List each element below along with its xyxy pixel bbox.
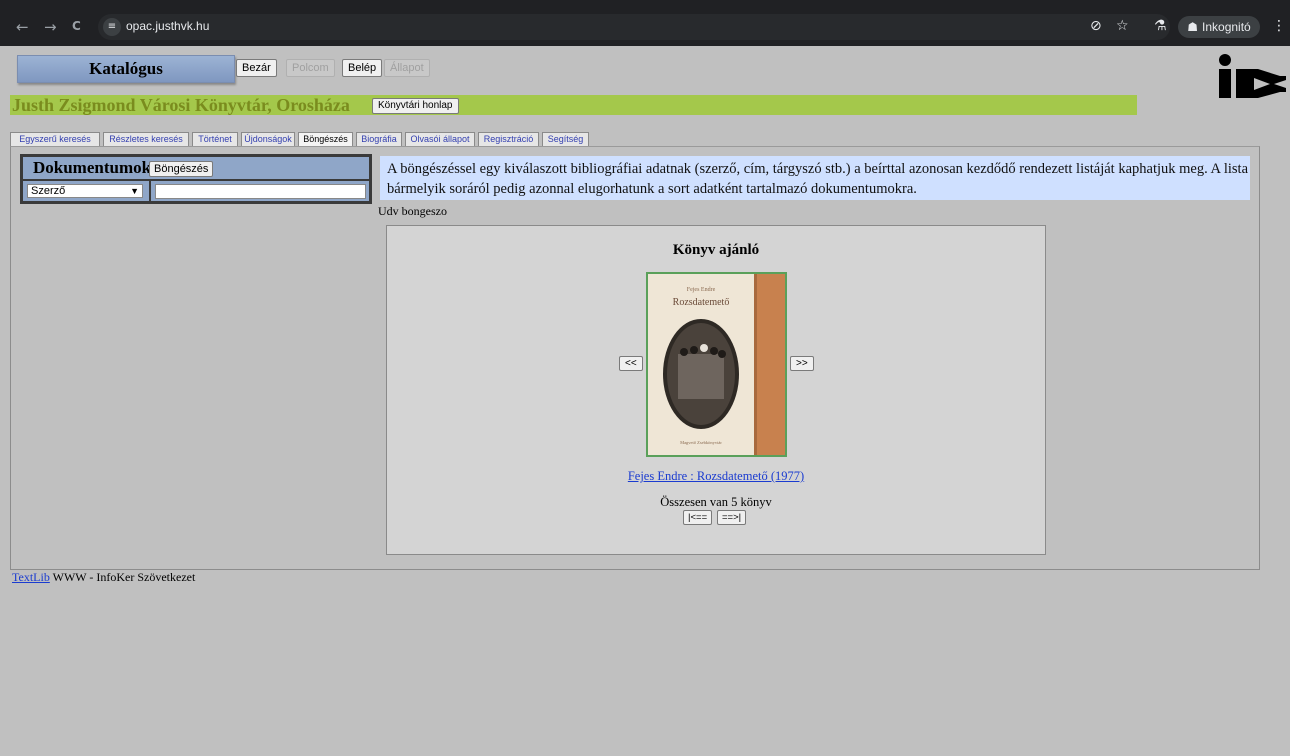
star-icon[interactable]: ☆: [1116, 18, 1129, 34]
incognito-icon: ☗: [1187, 20, 1199, 34]
footer-text: WWW - InfoKer Szövetkezet: [49, 570, 196, 584]
page: Katalógus Bezár Polcom Belép Állapot Jus…: [0, 46, 1290, 756]
tab-biography[interactable]: Biográfia: [356, 132, 402, 147]
cover-title: Rozsdatemető: [673, 297, 730, 308]
incognito-label: Inkognitó: [1202, 20, 1251, 34]
tab-simple-search[interactable]: Egyszerű keresés: [10, 132, 100, 147]
tab-new-items[interactable]: Újdonságok: [241, 132, 295, 147]
field-select[interactable]: Szerző ▼: [27, 184, 143, 198]
cover-author: Fejes Endre: [687, 287, 716, 293]
browser-toolbar: ← → C ≡ opac.justhvk.hu ⊘ ☆ ⚗ ☗ Inkognitó…: [0, 0, 1290, 46]
field-select-value: Szerző: [31, 185, 66, 197]
book-cover[interactable]: Fejes Endre Rozsdatemető Magvető Zsebkön…: [646, 272, 787, 457]
chevron-down-icon: ▼: [130, 186, 139, 196]
tab-detailed-search[interactable]: Részletes keresés: [103, 132, 189, 147]
book-cover-image: Fejes Endre Rozsdatemető Magvető Zsebkön…: [648, 274, 785, 455]
textlib-link[interactable]: TextLib: [12, 570, 50, 584]
back-icon[interactable]: ←: [16, 18, 29, 36]
footer: TextLib WWW - InfoKer Szövetkezet: [12, 570, 195, 585]
greeting-text: Udv bongeszo: [378, 204, 447, 218]
library-title: Justh Zsigmond Városi Könyvtár, Orosháza: [12, 95, 350, 115]
polcom-button[interactable]: Polcom: [286, 59, 335, 77]
search-box-title: Dokumentumok: [33, 158, 152, 177]
next-book-button[interactable]: >>: [790, 356, 814, 371]
tab-reader-status[interactable]: Olvasói állapot: [405, 132, 475, 147]
reload-icon[interactable]: C: [72, 19, 81, 33]
search-box: Dokumentumok Böngészés Szerző ▼: [20, 154, 372, 204]
browse-info-text: A böngészéssel egy kiválaszott bibliográ…: [380, 156, 1250, 200]
site-info-icon[interactable]: ≡: [103, 18, 121, 36]
labs-icon[interactable]: ⚗: [1154, 18, 1167, 34]
divider: [23, 179, 369, 181]
infoker-logo: [1219, 54, 1286, 98]
forward-icon[interactable]: →: [44, 18, 57, 36]
tab-help[interactable]: Segítség: [542, 132, 589, 147]
allapot-button[interactable]: Állapot: [384, 59, 430, 77]
cover-publisher: Magvető Zsebkönyvtár: [680, 440, 722, 445]
eye-off-icon[interactable]: ⊘: [1090, 18, 1102, 34]
book-link[interactable]: Fejes Endre : Rozsdatemető (1977): [387, 469, 1045, 484]
tab-browse[interactable]: Böngészés: [298, 132, 353, 147]
search-input[interactable]: [155, 184, 366, 199]
first-page-button[interactable]: |<==: [683, 510, 713, 525]
prev-book-button[interactable]: <<: [619, 356, 643, 371]
address-bar[interactable]: [98, 14, 1170, 40]
divider: [149, 181, 151, 201]
bezar-button[interactable]: Bezár: [236, 59, 277, 77]
incognito-badge[interactable]: ☗ Inkognitó: [1178, 16, 1260, 38]
library-home-button[interactable]: Könyvtári honlap: [372, 98, 459, 114]
book-recommendation-panel: Könyv ajánló << Fejes Endre Rozsdatemető…: [386, 225, 1046, 555]
url-text[interactable]: opac.justhvk.hu: [126, 19, 209, 33]
menu-icon[interactable]: ⋮: [1272, 18, 1286, 34]
belep-button[interactable]: Belép: [342, 59, 383, 77]
katalogus-header: Katalógus: [17, 55, 235, 83]
total-count: Összesen van 5 könyv: [660, 495, 772, 509]
browse-button[interactable]: Böngészés: [149, 161, 214, 177]
tab-registration[interactable]: Regisztráció: [478, 132, 539, 147]
last-page-button[interactable]: ==>|: [717, 510, 747, 525]
recommendation-title: Könyv ajánló: [672, 242, 760, 258]
tab-history[interactable]: Történet: [192, 132, 238, 147]
